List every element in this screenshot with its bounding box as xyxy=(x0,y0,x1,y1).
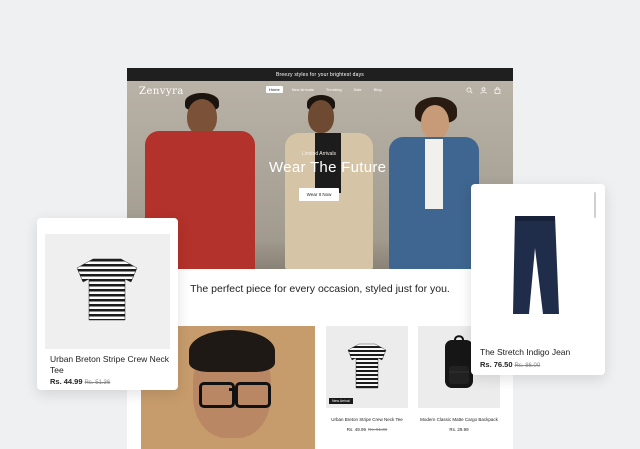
storefront-preview: Breezy styles for your brightest days Ze… xyxy=(127,68,513,449)
nav-item-trending[interactable]: Trending xyxy=(323,86,345,93)
nav-item-home[interactable]: Home xyxy=(266,86,283,93)
announcement-text: Breezy styles for your brightest days xyxy=(276,71,364,78)
product-card[interactable]: New Arrival Urban Breton Stripe Crew Nec… xyxy=(326,326,408,432)
new-arrival-badge: New Arrival xyxy=(329,398,353,404)
announcement-bar: Breezy styles for your brightest days xyxy=(127,68,513,81)
user-icon[interactable] xyxy=(480,87,487,94)
product-popup-jeans[interactable]: The Stretch Indigo Jean Rs. 76.50 Rs. 86.… xyxy=(471,184,605,375)
product-popup-image[interactable] xyxy=(45,234,170,349)
hero-content: Limited Arrivals Wear The Future Wear It… xyxy=(269,151,387,201)
product-name[interactable]: Modern Classic Matte Cargo Backpack xyxy=(418,417,500,423)
product-popup-name[interactable]: The Stretch Indigo Jean xyxy=(480,347,600,358)
hero-title: Wear The Future xyxy=(269,159,387,176)
product-popup-name[interactable]: Urban Breton Stripe Crew Neck Tee xyxy=(50,354,175,376)
product-popup-tee[interactable]: Urban Breton Stripe Crew Neck Tee Rs. 44… xyxy=(37,218,178,390)
section-tagline: The perfect piece for every occasion, st… xyxy=(190,283,450,295)
search-icon[interactable] xyxy=(466,87,473,94)
hero-banner: Zenvyra Home New Arrivals Trending Sale … xyxy=(127,81,513,269)
striped-tee-icon xyxy=(76,258,138,321)
nav-item-blog[interactable]: Blog xyxy=(371,86,385,93)
nav-item-new-arrivals[interactable]: New Arrivals xyxy=(289,86,317,93)
product-popup-image[interactable] xyxy=(473,186,601,340)
product-price: Rs. 49.99 Rs. 51.36 xyxy=(346,427,388,432)
brand-logo[interactable]: Zenvyra xyxy=(139,86,184,97)
striped-tee-icon xyxy=(347,343,387,389)
header-icons xyxy=(466,87,501,94)
hero-cta-button[interactable]: Wear It Now xyxy=(298,188,340,201)
model-denim-jacket xyxy=(389,97,479,269)
main-nav: Home New Arrivals Trending Sale Blog xyxy=(266,86,385,93)
bag-icon[interactable] xyxy=(494,87,501,94)
product-popup-price: Rs. 76.50 Rs. 86.00 xyxy=(480,360,541,369)
product-price: Rs. 29.99 xyxy=(449,427,469,432)
jeans-icon xyxy=(513,216,559,314)
product-name[interactable]: Urban Breton Stripe Crew Neck Tee xyxy=(326,417,408,423)
image-scrollbar[interactable] xyxy=(594,192,596,218)
hero-eyebrow: Limited Arrivals xyxy=(302,151,336,157)
product-image[interactable]: New Arrival xyxy=(326,326,408,408)
nav-item-sale[interactable]: Sale xyxy=(351,86,365,93)
product-popup-price: Rs. 44.99 Rs. 51.36 xyxy=(50,377,111,386)
